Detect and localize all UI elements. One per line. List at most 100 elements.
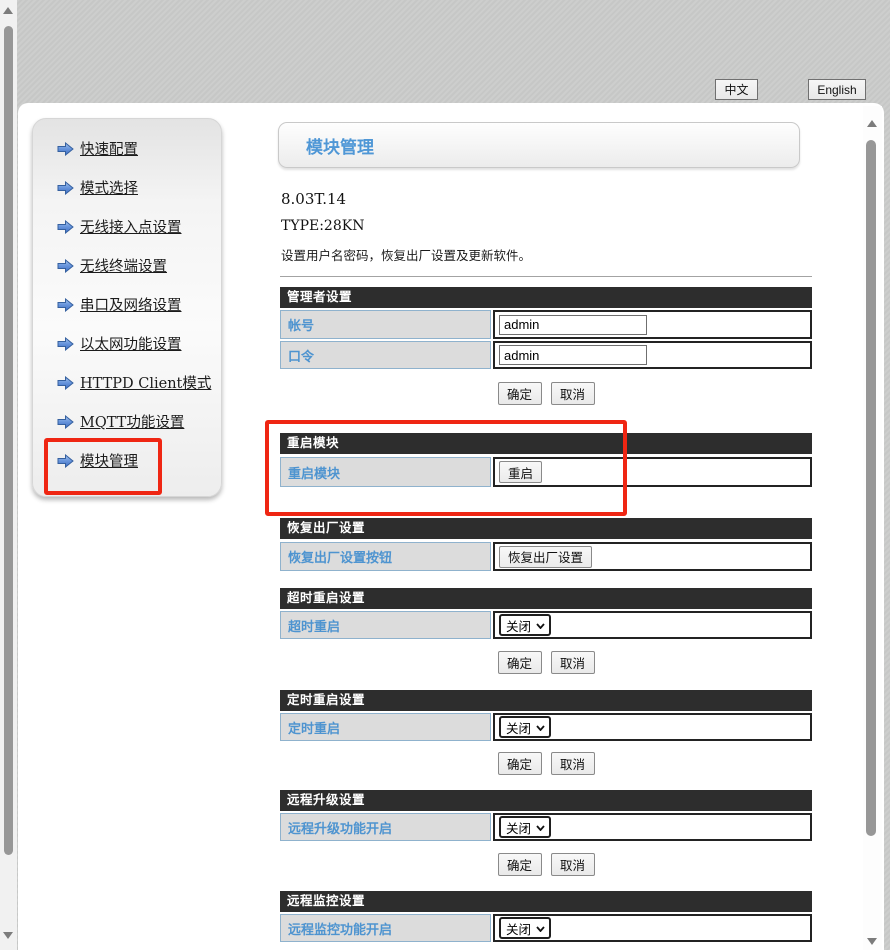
select-value: 关闭 [506,721,532,736]
main-content: 模块管理 8.03T.14 TYPE:28KN 设置用户名密码，恢复出厂设置及更… [278,0,812,950]
sidebar-link[interactable]: 无线接入点设置 [80,216,182,237]
arrow-right-icon [57,219,74,234]
row-value-cell: 重启 [493,457,812,487]
row-value-cell: 关闭 [493,914,812,942]
ok-button[interactable]: 确定 [497,651,542,674]
sidebar-item-quick-config[interactable]: 快速配置 [33,129,221,168]
section-header-admin: 管理者设置 [280,287,812,308]
arrow-right-icon [57,180,74,195]
chevron-down-icon [536,818,545,836]
sidebar-link[interactable]: 模块管理 [80,450,138,471]
row-value-cell: 关闭 [493,713,812,741]
sidebar-link[interactable]: 以太网功能设置 [80,333,182,354]
row-label: 帐号 [280,310,491,339]
button-row: 确定 取消 [280,853,812,876]
sidebar-link[interactable]: 快速配置 [80,138,138,159]
cancel-button[interactable]: 取消 [550,853,595,876]
sidebar-nav: 快速配置 模式选择 无线接入点设置 无线终端设置 串口及网络设置 以太网功能设置… [32,118,222,497]
section-header-timeout-restart: 超时重启设置 [280,588,812,609]
row-value-cell: 恢复出厂设置 [493,542,812,571]
scroll-up-icon[interactable] [3,7,13,14]
scroll-up-icon[interactable] [867,120,877,127]
sidebar-item-wireless-ap[interactable]: 无线接入点设置 [33,207,221,246]
scroll-down-icon[interactable] [867,938,877,945]
row-value-cell [493,310,812,339]
row-label: 重启模块 [280,457,491,487]
row-label: 远程监控功能开启 [280,914,491,942]
chevron-down-icon [536,616,545,634]
browser-viewport: 中文 English 快速配置 模式选择 无线接入点设置 无线终端设置 串口及网… [0,0,890,950]
sidebar-item-ethernet[interactable]: 以太网功能设置 [33,324,221,363]
scroll-down-icon[interactable] [3,932,13,939]
left-scrollbar[interactable] [0,0,17,950]
ok-button[interactable]: 确定 [497,382,542,405]
firmware-version: 8.03T.14 [281,190,347,208]
remote-upgrade-select[interactable]: 关闭 [499,816,552,838]
factory-reset-button[interactable]: 恢复出厂设置 [499,545,593,568]
sidebar-link[interactable]: MQTT功能设置 [80,411,184,432]
table-row: 重启模块 重启 [280,457,812,487]
chevron-down-icon [536,718,545,736]
select-value: 关闭 [506,922,532,937]
row-label: 超时重启 [280,611,491,639]
table-row: 帐号 [280,310,812,339]
arrow-right-icon [57,258,74,273]
sidebar-link[interactable]: 串口及网络设置 [80,294,182,315]
arrow-right-icon [57,336,74,351]
arrow-right-icon [57,414,74,429]
username-input[interactable] [499,314,647,335]
row-label: 远程升级功能开启 [280,813,491,841]
left-scrollbar-thumb[interactable] [4,26,13,855]
section-header-remote-monitor: 远程监控设置 [280,891,812,912]
row-label: 口令 [280,341,491,369]
sidebar-item-mode-select[interactable]: 模式选择 [33,168,221,207]
sidebar-item-httpd-client[interactable]: HTTPD Client模式 [33,363,221,402]
button-row: 确定 取消 [280,752,812,775]
divider [280,276,812,277]
page-description: 设置用户名密码，恢复出厂设置及更新软件。 [281,249,532,263]
sidebar-item-mqtt[interactable]: MQTT功能设置 [33,402,221,441]
row-value-cell: 关闭 [493,611,812,639]
button-row: 确定 取消 [280,651,812,674]
sidebar-item-wireless-sta[interactable]: 无线终端设置 [33,246,221,285]
sidebar-link[interactable]: HTTPD Client模式 [80,372,211,393]
arrow-right-icon [57,141,74,156]
table-row: 超时重启 关闭 [280,611,812,639]
select-value: 关闭 [506,619,532,634]
ok-button[interactable]: 确定 [497,853,542,876]
ok-button[interactable]: 确定 [497,752,542,775]
sidebar-item-serial-network[interactable]: 串口及网络设置 [33,285,221,324]
sidebar-item-module-management[interactable]: 模块管理 [33,441,221,480]
sidebar-link[interactable]: 模式选择 [80,177,138,198]
cancel-button[interactable]: 取消 [550,651,595,674]
section-header-remote-upgrade: 远程升级设置 [280,790,812,811]
cancel-button[interactable]: 取消 [550,752,595,775]
select-value: 关闭 [506,821,532,836]
section-header-restart: 重启模块 [280,433,812,454]
sidebar-link[interactable]: 无线终端设置 [80,255,167,276]
chevron-down-icon [536,919,545,937]
arrow-right-icon [57,297,74,312]
section-header-scheduled-restart: 定时重启设置 [280,690,812,711]
timeout-restart-select[interactable]: 关闭 [499,614,552,636]
row-value-cell [493,341,812,369]
right-scrollbar-thumb[interactable] [866,140,876,836]
row-label: 恢复出厂设置按钮 [280,542,491,571]
right-scrollbar[interactable] [863,106,882,950]
button-row: 确定 取消 [280,382,812,405]
table-row: 恢复出厂设置按钮 恢复出厂设置 [280,542,812,571]
remote-monitor-select[interactable]: 关闭 [499,917,552,939]
cancel-button[interactable]: 取消 [550,382,595,405]
table-row: 远程监控功能开启 关闭 [280,914,812,942]
scheduled-restart-select[interactable]: 关闭 [499,716,552,738]
row-value-cell: 关闭 [493,813,812,841]
page-title-box: 模块管理 [278,122,800,168]
arrow-right-icon [57,375,74,390]
restart-button[interactable]: 重启 [499,461,543,483]
section-header-factory-reset: 恢复出厂设置 [280,518,812,539]
password-input[interactable] [499,345,647,365]
arrow-right-icon [57,453,74,468]
row-label: 定时重启 [280,713,491,741]
english-language-button[interactable]: English [808,79,866,100]
table-row: 定时重启 关闭 [280,713,812,741]
